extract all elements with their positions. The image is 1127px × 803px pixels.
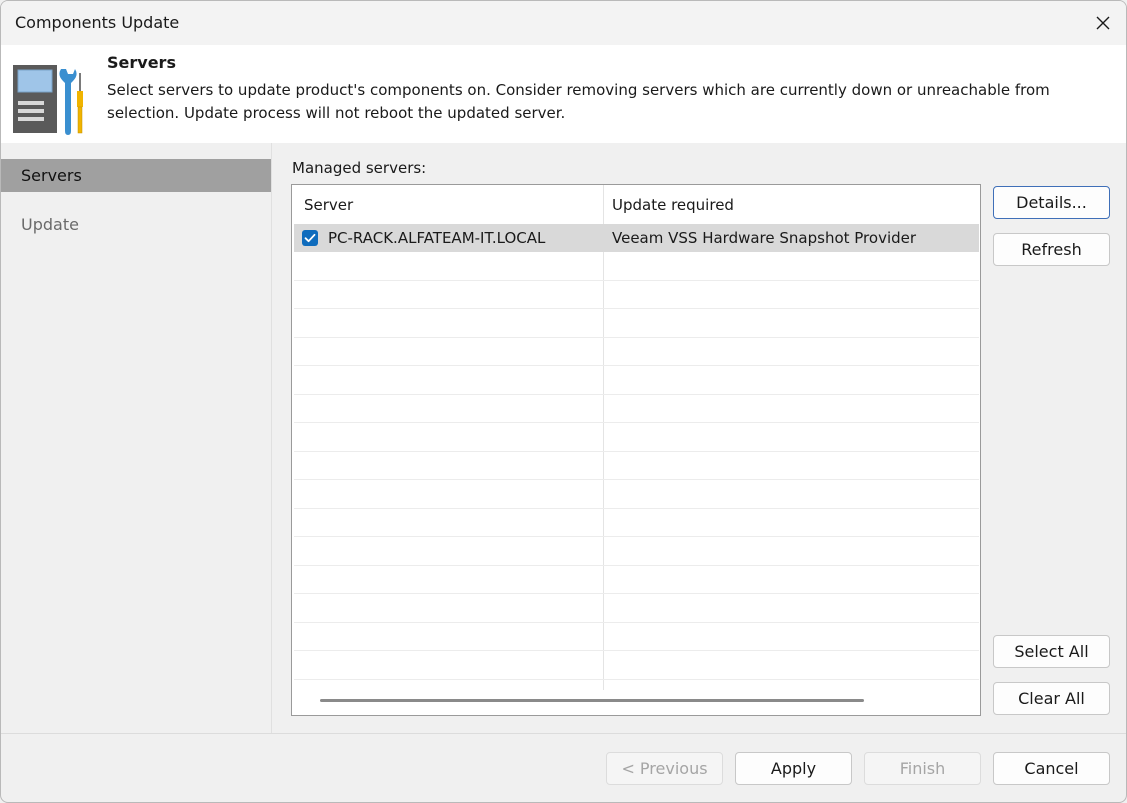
apply-button[interactable]: Apply [735,752,852,785]
managed-servers-label: Managed servers: [292,159,427,177]
header-title: Servers [107,53,176,72]
column-header-update-required[interactable]: Update required [612,185,734,223]
row-separator [294,280,979,281]
close-button[interactable] [1080,1,1126,45]
close-icon [1096,16,1110,30]
row-separator [294,565,979,566]
server-tools-icon [13,65,83,135]
column-divider [603,185,604,690]
title-bar: Components Update [1,1,1126,45]
window-title: Components Update [15,13,180,32]
row-separator [294,451,979,452]
wizard-header: Servers Select servers to update product… [1,45,1126,143]
row-separator [294,679,979,680]
header-description: Select servers to update product's compo… [107,81,1050,122]
details-button[interactable]: Details... [993,186,1110,219]
column-header-server[interactable]: Server [304,185,353,223]
row-separator [294,337,979,338]
row-separator [294,479,979,480]
row-separator [294,365,979,366]
footer-separator [1,733,1126,734]
row-separator [294,622,979,623]
refresh-button[interactable]: Refresh [993,233,1110,266]
update-required-cell: Veeam VSS Hardware Snapshot Provider [612,229,917,247]
components-update-dialog: Components Update Servers Select servers… [0,0,1127,803]
row-separator [294,593,979,594]
row-separator [294,422,979,423]
finish-button[interactable]: Finish [864,752,981,785]
previous-button[interactable]: < Previous [606,752,723,785]
clear-all-button[interactable]: Clear All [993,682,1110,715]
horizontal-scrollbar[interactable] [320,699,864,702]
select-all-button[interactable]: Select All [993,635,1110,668]
server-name-cell: PC-RACK.ALFATEAM-IT.LOCAL [328,229,546,247]
row-checkbox[interactable] [302,230,318,246]
managed-servers-table[interactable]: Server Update required PC-RACK.ALFATEAM-… [291,184,981,716]
wizard-steps-sidebar: Servers Update [1,143,272,733]
row-separator [294,508,979,509]
row-separator [294,308,979,309]
sidebar-item-update[interactable]: Update [1,208,271,241]
row-separator [294,394,979,395]
row-separator [294,650,979,651]
row-separator [294,536,979,537]
sidebar-item-servers[interactable]: Servers [1,159,271,192]
table-row[interactable]: PC-RACK.ALFATEAM-IT.LOCAL Veeam VSS Hard… [294,224,979,252]
cancel-button[interactable]: Cancel [993,752,1110,785]
checkmark-icon [304,233,316,243]
